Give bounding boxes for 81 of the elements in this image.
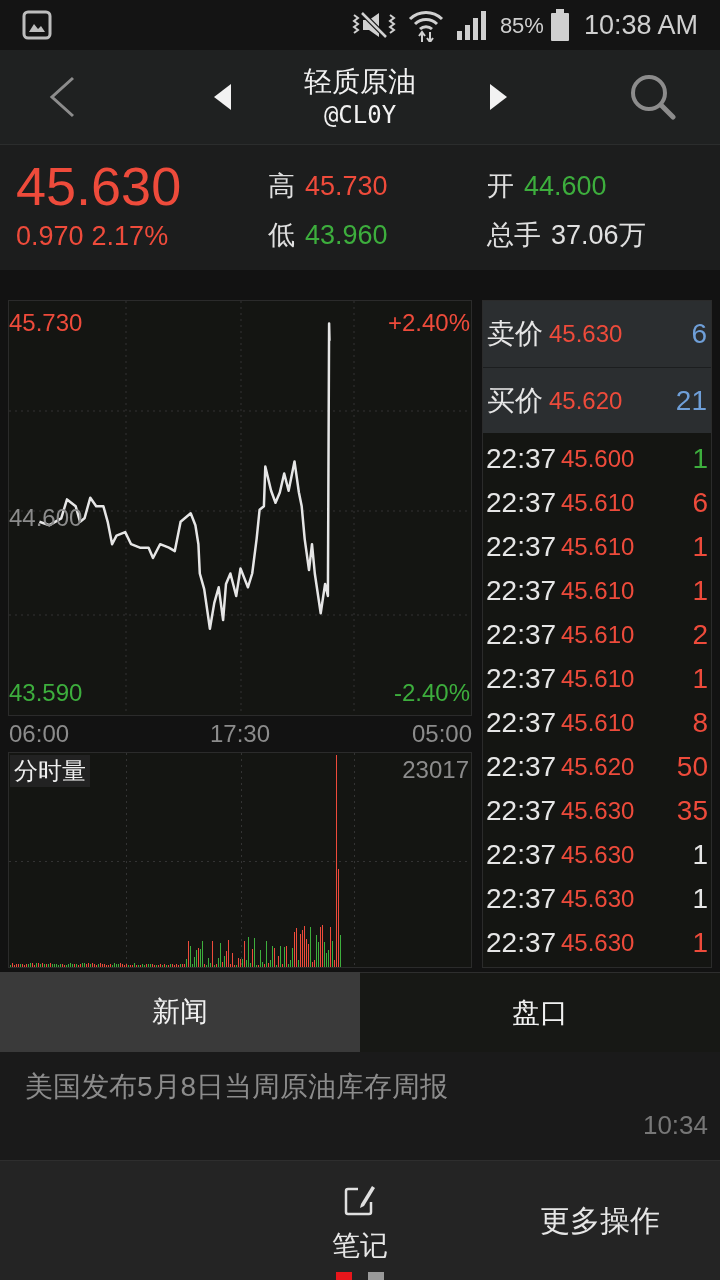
quote-price: 45.620 bbox=[549, 385, 623, 416]
quote-size: 21 bbox=[675, 383, 707, 418]
trade-price: 45.600 bbox=[561, 444, 635, 474]
triangle-right-icon bbox=[489, 84, 507, 110]
price-axis-label: 45.730 bbox=[9, 309, 83, 338]
news-headline: 美国发布5月8日当周原油库存周报 bbox=[25, 1070, 450, 1104]
pencil-note-icon bbox=[344, 1184, 376, 1216]
trade-time: 22:37 bbox=[486, 926, 558, 960]
trade-volume: 50 bbox=[676, 750, 708, 784]
trade-time: 22:37 bbox=[486, 750, 558, 784]
trade-volume: 1 bbox=[692, 882, 708, 916]
trade-volume: 6 bbox=[692, 486, 708, 520]
tab[interactable]: 盘口 bbox=[360, 972, 720, 1052]
stat-value: 37.06万 bbox=[551, 219, 646, 252]
trade-price: 45.630 bbox=[561, 884, 635, 914]
trade-time: 22:37 bbox=[486, 838, 558, 872]
trade-volume: 1 bbox=[692, 442, 708, 476]
trade-volume: 1 bbox=[692, 926, 708, 960]
trade-time: 22:37 bbox=[486, 662, 558, 696]
chevron-left-icon bbox=[48, 76, 76, 118]
trade-price: 45.610 bbox=[561, 708, 635, 738]
trade-volume: 35 bbox=[676, 794, 708, 828]
trade-price: 45.630 bbox=[561, 840, 635, 870]
stat-label: 高 bbox=[268, 170, 295, 203]
battery-percent: 85% bbox=[499, 11, 544, 40]
battery-icon bbox=[549, 9, 570, 41]
time-axis-label: 06:00 bbox=[9, 720, 70, 748]
trade-price: 45.610 bbox=[561, 576, 635, 606]
trade-time: 22:37 bbox=[486, 486, 558, 520]
trade-volume: 2 bbox=[692, 618, 708, 652]
stat-label: 低 bbox=[268, 219, 295, 252]
stat-label: 总手 bbox=[487, 219, 541, 252]
tab[interactable]: 新闻 bbox=[0, 972, 360, 1052]
quote-side-label: 卖价 bbox=[487, 317, 543, 351]
news-item[interactable]: 美国发布5月8日当周原油库存周报 10:34 bbox=[0, 1052, 720, 1160]
volume-chart-title: 分时量 bbox=[10, 755, 90, 787]
trade-time: 22:37 bbox=[486, 618, 558, 652]
trade-time: 22:37 bbox=[486, 794, 558, 828]
quote-price: 45.630 bbox=[549, 319, 623, 349]
quote-size: 6 bbox=[691, 317, 707, 351]
price-axis-label: 43.590 bbox=[9, 678, 83, 707]
trade-price: 45.610 bbox=[561, 664, 635, 694]
last-price: 45.630 bbox=[16, 159, 183, 213]
price-change: 0.970 bbox=[16, 221, 84, 251]
trade-price: 45.620 bbox=[561, 752, 635, 782]
trade-volume: 1 bbox=[692, 662, 708, 696]
trade-price: 45.610 bbox=[561, 532, 635, 562]
image-notification-icon bbox=[22, 10, 52, 40]
lower-limit-percent: -2.40% bbox=[393, 678, 470, 707]
clock-time: 10:38 AM bbox=[583, 8, 698, 42]
stat-label: 开 bbox=[487, 170, 514, 203]
wifi-icon bbox=[407, 8, 444, 42]
stat-value: 45.730 bbox=[305, 170, 388, 203]
time-axis-label: 05:00 bbox=[411, 720, 472, 748]
triangle-left-icon bbox=[213, 84, 231, 110]
trade-time: 22:37 bbox=[486, 442, 558, 476]
percent-change: 2.17% bbox=[91, 221, 169, 251]
trade-volume: 8 bbox=[692, 706, 708, 740]
trade-price: 45.610 bbox=[561, 488, 635, 518]
notes-button[interactable]: 笔记 bbox=[332, 1184, 388, 1264]
trade-price: 45.630 bbox=[561, 796, 635, 826]
stat-value: 44.600 bbox=[524, 170, 607, 203]
trade-time: 22:37 bbox=[486, 706, 558, 740]
max-volume-value: 23017 bbox=[402, 755, 469, 785]
quote-side-label: 买价 bbox=[487, 383, 543, 418]
trade-time: 22:37 bbox=[486, 574, 558, 608]
trade-price: 45.610 bbox=[561, 620, 635, 650]
more-actions-button[interactable]: 更多操作 bbox=[540, 1200, 660, 1241]
stat-value: 43.960 bbox=[305, 219, 388, 252]
instrument-title: 轻质原油 bbox=[304, 65, 416, 99]
trade-volume: 1 bbox=[692, 838, 708, 872]
trade-volume: 1 bbox=[692, 530, 708, 564]
trade-time: 22:37 bbox=[486, 882, 558, 916]
time-axis-label: 17:30 bbox=[209, 720, 271, 748]
upper-limit-percent: +2.40% bbox=[387, 309, 470, 338]
search-icon bbox=[630, 74, 676, 120]
news-time: 10:34 bbox=[642, 1110, 708, 1140]
trade-volume: 1 bbox=[692, 574, 708, 608]
trade-time: 22:37 bbox=[486, 530, 558, 564]
trade-price: 45.630 bbox=[561, 928, 635, 958]
instrument-symbol: @CL0Y bbox=[323, 100, 397, 130]
